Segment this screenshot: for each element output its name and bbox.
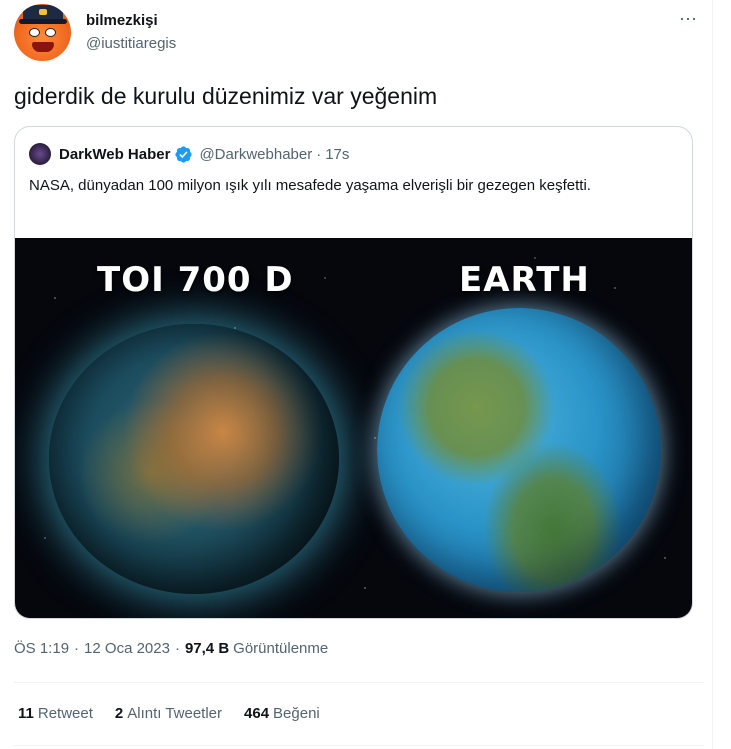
separator-dot: · [74, 640, 80, 657]
likes-label: Beğeni [273, 705, 320, 722]
quoted-avatar[interactable] [29, 143, 51, 165]
quoted-tweet-card[interactable]: DarkWeb Haber @Darkwebhaber · 17s NASA, … [14, 126, 693, 619]
likes-stat[interactable]: 464 Beğeni [244, 705, 320, 722]
separator-dot: · [316, 145, 322, 163]
quoted-timestamp[interactable]: 17s [325, 146, 349, 163]
views-label: Görüntülenme [233, 640, 329, 657]
tweet-stats: 11 Retweet 2 Alıntı Tweetler 464 Beğeni [18, 705, 342, 722]
tweet-date[interactable]: 12 Oca 2023 [84, 640, 170, 657]
divider [14, 745, 704, 746]
separator-dot: · [174, 640, 180, 657]
tweet-author-header: bilmezkişi @iustitiaregis ⋯ [14, 4, 704, 61]
quote-tweets-stat[interactable]: 2 Alıntı Tweetler [115, 705, 222, 722]
more-options-icon[interactable]: ⋯ [679, 9, 698, 30]
media-label-toi700d: TOI 700 D [97, 260, 294, 300]
verified-badge-icon [175, 145, 193, 163]
quoted-display-name[interactable]: DarkWeb Haber [59, 146, 170, 163]
retweets-stat[interactable]: 11 Retweet [18, 705, 93, 722]
likes-count: 464 [244, 705, 270, 722]
quoted-tweet-header: DarkWeb Haber @Darkwebhaber · 17s [29, 143, 349, 165]
avatar[interactable] [14, 4, 71, 61]
tweet-time[interactable]: ÖS 1:19 [14, 640, 69, 657]
quoted-tweet-text: NASA, dünyadan 100 milyon ışık yılı mesa… [29, 177, 591, 194]
planet-toi700d-illustration [49, 324, 339, 594]
retweets-count: 11 [18, 705, 34, 722]
views-count: 97,4 B [184, 640, 230, 657]
divider [14, 682, 704, 683]
tweet-meta: ÖS 1:19 · 12 Oca 2023 · 97,4 B Görüntüle… [14, 640, 328, 657]
quote-tweets-count: 2 [114, 705, 124, 722]
tweet-text: giderdik de kurulu düzenimiz var yeğenim [14, 83, 438, 109]
timeline-border [712, 0, 713, 749]
planet-earth-illustration [377, 308, 661, 592]
quoted-media-image[interactable]: TOI 700 D EARTH [15, 238, 692, 618]
author-display-name[interactable]: bilmezkişi [86, 12, 158, 29]
media-label-earth: EARTH [459, 260, 590, 300]
author-handle[interactable]: @iustitiaregis [86, 35, 176, 52]
retweets-label: Retweet [37, 705, 93, 722]
quote-tweets-label: Alıntı Tweetler [127, 705, 223, 722]
quoted-handle[interactable]: @Darkwebhaber [199, 146, 312, 163]
